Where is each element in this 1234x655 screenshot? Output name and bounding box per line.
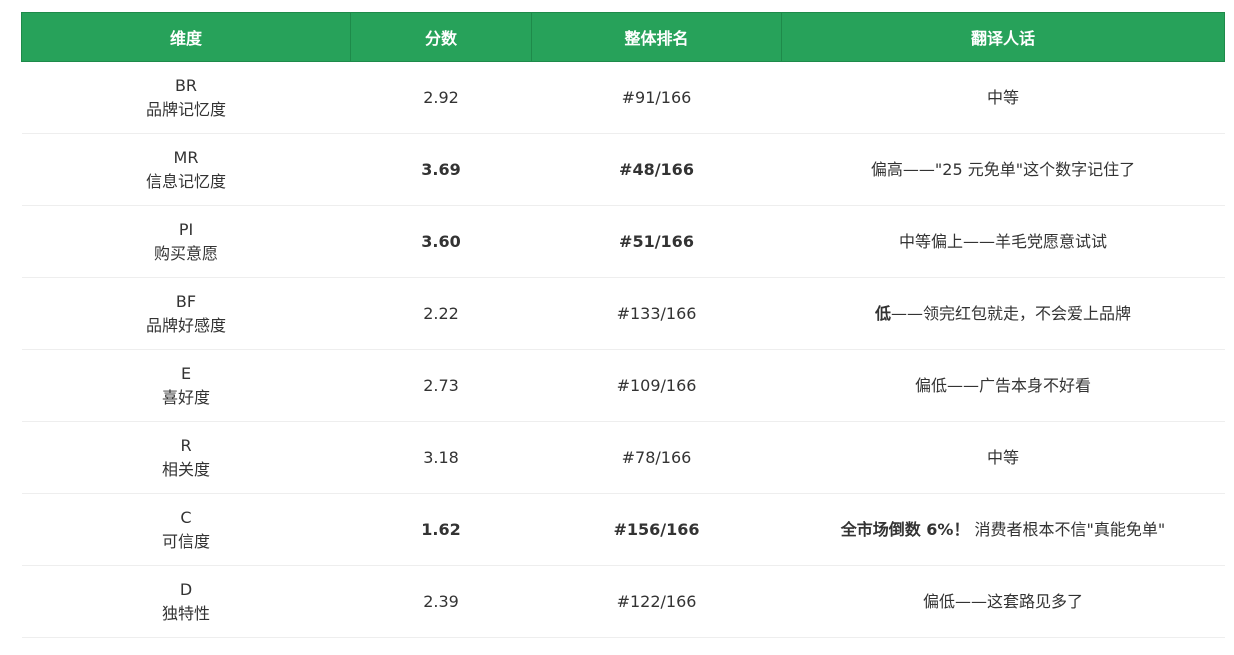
interpretation-cell: 中等 bbox=[782, 62, 1225, 134]
interpretation-text: 偏低——这套路见多了 bbox=[922, 591, 1083, 611]
table-row: PI 购买意愿 3.60 #51/166 中等偏上——羊毛党愿意试试 bbox=[21, 206, 1225, 278]
dimension-code: E bbox=[180, 363, 192, 383]
table-row: BF 品牌好感度 2.22 #133/166 低——领完红包就走，不会爱上品牌 bbox=[21, 278, 1225, 350]
dimension-code: D bbox=[179, 579, 193, 599]
score-cell: 3.60 bbox=[421, 231, 461, 251]
interpretation-cell: 中等偏上——羊毛党愿意试试 bbox=[782, 206, 1225, 278]
dimension-cell: R 相关度 bbox=[22, 422, 351, 494]
rank-cell: #122/166 bbox=[616, 591, 697, 611]
interpretation-cell: 偏高——"25 元免单"这个数字记住了 bbox=[782, 134, 1225, 206]
rank-cell: #133/166 bbox=[616, 303, 697, 323]
score-cell: 3.69 bbox=[421, 159, 461, 179]
interpretation-emphasis: 低 bbox=[874, 303, 891, 323]
dimension-code: R bbox=[180, 435, 192, 455]
dimension-cell: BF 品牌好感度 bbox=[22, 278, 351, 350]
interpretation-cell: 偏低——广告本身不好看 bbox=[782, 350, 1225, 422]
score-cell: 3.18 bbox=[423, 447, 459, 467]
interpretation-cell: 低——领完红包就走，不会爱上品牌 bbox=[782, 278, 1225, 350]
interpretation-text: 偏低——广告本身不好看 bbox=[914, 375, 1091, 395]
rank-cell: #78/166 bbox=[621, 447, 692, 467]
interpretation-text: ——领完红包就走，不会爱上品牌 bbox=[891, 303, 1132, 323]
score-cell: 2.22 bbox=[423, 303, 459, 323]
header-interpretation: 翻译人话 bbox=[781, 12, 1225, 62]
interpretation-text: 消费者根本不信"真能免单" bbox=[969, 519, 1166, 539]
table-row: D 独特性 2.39 #122/166 偏低——这套路见多了 bbox=[21, 566, 1225, 638]
dimension-cell: E 喜好度 bbox=[22, 350, 351, 422]
dimension-name: 品牌记忆度 bbox=[145, 99, 226, 119]
interpretation-text: 偏高——"25 元免单"这个数字记住了 bbox=[870, 159, 1136, 179]
dimension-name: 可信度 bbox=[161, 531, 210, 551]
dimension-cell: D 独特性 bbox=[22, 566, 351, 638]
table-row: R 相关度 3.18 #78/166 中等 bbox=[21, 422, 1225, 494]
table-body: BR 品牌记忆度 2.92 #91/166 中等 MR 信息记忆度 3.69 #48/166 偏高… bbox=[21, 62, 1225, 638]
dimension-name: 信息记忆度 bbox=[145, 171, 226, 191]
dimension-cell: PI 购买意愿 bbox=[22, 206, 351, 278]
rank-cell: #156/166 bbox=[613, 519, 700, 539]
interpretation-cell: 全市场倒数 6%！ 消费者根本不信"真能免单" bbox=[782, 494, 1225, 566]
table-row: E 喜好度 2.73 #109/166 偏低——广告本身不好看 bbox=[21, 350, 1225, 422]
score-cell: 2.73 bbox=[423, 375, 459, 395]
dimension-code: MR bbox=[173, 147, 199, 167]
interpretation-emphasis: 全市场倒数 6%！ bbox=[840, 519, 970, 539]
dimension-name: 购买意愿 bbox=[153, 243, 218, 263]
score-cell: 2.92 bbox=[423, 87, 459, 107]
header-row: 维度 分数 整体排名 翻译人话 bbox=[21, 12, 1225, 62]
score-table-container: 维度 分数 整体排名 翻译人话 BR 品牌记忆度 2.92 #91/166 中等 MR 信息… bbox=[21, 12, 1225, 638]
dimension-name: 独特性 bbox=[161, 603, 210, 623]
dimension-code: C bbox=[180, 507, 192, 527]
rank-cell: #51/166 bbox=[619, 231, 694, 251]
interpretation-cell: 偏低——这套路见多了 bbox=[782, 566, 1225, 638]
header-dimension: 维度 bbox=[21, 12, 351, 62]
dimension-cell: MR 信息记忆度 bbox=[22, 134, 351, 206]
table-row: C 可信度 1.62 #156/166 全市场倒数 6%！ 消费者根本不信"真能免单" bbox=[21, 494, 1225, 566]
table-row: MR 信息记忆度 3.69 #48/166 偏高——"25 元免单"这个数字记住了 bbox=[21, 134, 1225, 206]
interpretation-text: 中等偏上——羊毛党愿意试试 bbox=[898, 231, 1107, 251]
header-score: 分数 bbox=[350, 12, 532, 62]
dimension-code: PI bbox=[178, 219, 194, 239]
score-cell: 2.39 bbox=[423, 591, 459, 611]
interpretation-cell: 中等 bbox=[782, 422, 1225, 494]
rank-cell: #109/166 bbox=[616, 375, 697, 395]
dimension-cell: BR 品牌记忆度 bbox=[22, 62, 351, 134]
dimension-name: 相关度 bbox=[161, 459, 210, 479]
dimension-name: 喜好度 bbox=[161, 387, 210, 407]
rank-cell: #91/166 bbox=[621, 87, 692, 107]
dimension-name: 品牌好感度 bbox=[145, 315, 226, 335]
interpretation-text: 中等 bbox=[986, 87, 1019, 107]
score-cell: 1.62 bbox=[421, 519, 461, 539]
dimension-code: BF bbox=[175, 291, 197, 311]
score-table: 维度 分数 整体排名 翻译人话 BR 品牌记忆度 2.92 #91/166 中等 MR 信息… bbox=[21, 12, 1225, 638]
table-header: 维度 分数 整体排名 翻译人话 bbox=[21, 12, 1225, 62]
interpretation-text: 中等 bbox=[986, 447, 1019, 467]
rank-cell: #48/166 bbox=[619, 159, 694, 179]
dimension-cell: C 可信度 bbox=[22, 494, 351, 566]
table-row: BR 品牌记忆度 2.92 #91/166 中等 bbox=[21, 62, 1225, 134]
dimension-code: BR bbox=[174, 75, 198, 95]
header-rank: 整体排名 bbox=[531, 12, 782, 62]
